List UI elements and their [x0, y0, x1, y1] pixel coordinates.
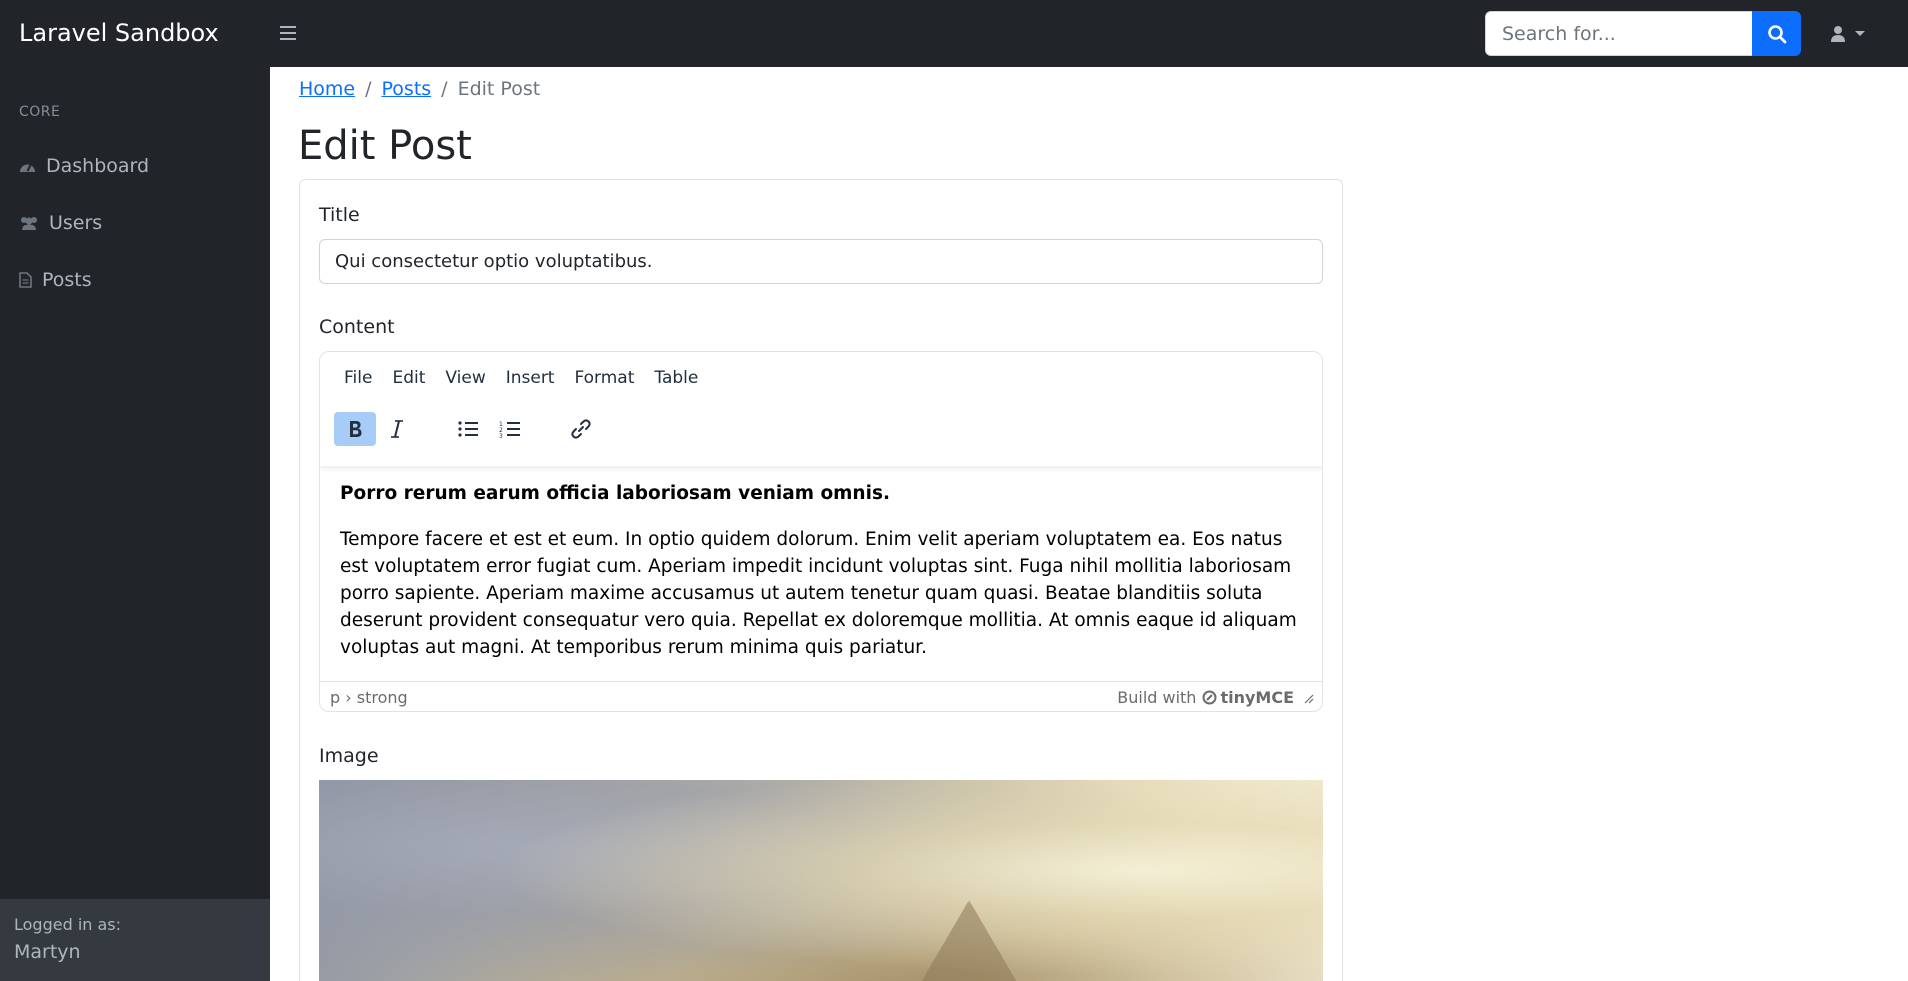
tinymce-logo[interactable]: tinyMCE	[1202, 688, 1294, 707]
italic-button[interactable]	[376, 412, 418, 446]
bold-button[interactable]	[334, 412, 376, 446]
build-with-label: Build with	[1117, 688, 1197, 707]
post-image	[319, 780, 1323, 981]
sidebar-item-dashboard[interactable]: Dashboard	[19, 151, 149, 181]
svg-text:3: 3	[499, 433, 503, 439]
top-navbar: Laravel Sandbox	[0, 0, 1908, 67]
link-button[interactable]	[560, 412, 602, 446]
menu-file[interactable]: File	[334, 362, 382, 392]
sidebar-heading: CORE	[19, 104, 61, 120]
sidebar-item-label: Posts	[42, 269, 92, 291]
bars-icon	[280, 26, 296, 28]
title-input[interactable]	[319, 239, 1323, 284]
breadcrumb-current: Edit Post	[457, 78, 541, 100]
menu-table[interactable]: Table	[644, 362, 708, 392]
page-title: Edit Post	[298, 123, 472, 169]
editor-content[interactable]: Porro rerum earum officia laboriosam ven…	[340, 480, 1310, 661]
editor-bold-line: Porro rerum earum officia laboriosam ven…	[340, 483, 890, 504]
edit-post-form: Title Content File Edit View Insert Form…	[299, 179, 1343, 981]
logged-in-label: Logged in as:	[14, 915, 122, 934]
file-icon	[19, 272, 32, 288]
sidebar: CORE Dashboard Users Posts Logged in as:…	[0, 67, 270, 981]
breadcrumb-separator: /	[365, 78, 372, 100]
user-icon	[1831, 26, 1845, 42]
sidebar-item-posts[interactable]: Posts	[19, 265, 92, 295]
editor-statusbar: p › strong Build with tinyMCE	[320, 681, 1322, 711]
users-icon	[21, 217, 37, 230]
sidebar-toggle-button[interactable]	[276, 22, 300, 46]
menu-format[interactable]: Format	[564, 362, 644, 392]
sidebar-footer: Logged in as: Martyn	[0, 899, 270, 981]
bullet-list-button[interactable]	[447, 412, 489, 446]
sidebar-item-label: Users	[49, 212, 103, 234]
tachometer-icon	[20, 164, 35, 172]
numbered-list-button[interactable]: 1 2 3	[489, 412, 531, 446]
mountain-peak-shape	[899, 900, 1039, 981]
tinymce-brand: tinyMCE	[1220, 688, 1294, 707]
toolbar-divider	[320, 460, 1322, 466]
menu-edit[interactable]: Edit	[382, 362, 435, 392]
search-icon	[1767, 24, 1786, 43]
tinymce-icon	[1202, 690, 1217, 705]
user-dropdown[interactable]	[1830, 22, 1872, 46]
bold-icon	[350, 421, 362, 437]
link-icon	[571, 419, 591, 439]
editor-paragraph: Tempore facere et est et eum. In optio q…	[340, 529, 1297, 658]
bullet-list-icon	[458, 421, 478, 437]
caret-down-icon	[1855, 31, 1865, 36]
rich-text-editor: File Edit View Insert Format Table 1 2 3…	[319, 351, 1323, 712]
sidebar-item-users[interactable]: Users	[19, 208, 102, 238]
menu-insert[interactable]: Insert	[496, 362, 565, 392]
search-input[interactable]	[1485, 11, 1753, 56]
title-label: Title	[319, 204, 360, 226]
element-path[interactable]: p › strong	[330, 688, 408, 707]
logged-in-user: Martyn	[14, 941, 81, 963]
breadcrumb: Home / Posts / Edit Post	[299, 78, 540, 100]
breadcrumb-home-link[interactable]: Home	[299, 78, 355, 100]
menu-view[interactable]: View	[435, 362, 495, 392]
search-button[interactable]	[1752, 11, 1801, 56]
italic-icon	[391, 420, 403, 438]
image-label: Image	[319, 745, 379, 767]
breadcrumb-separator: /	[441, 78, 448, 100]
numbered-list-icon: 1 2 3	[499, 421, 520, 439]
content-label: Content	[319, 316, 395, 338]
resize-handle-icon[interactable]	[1302, 692, 1314, 704]
brand-title[interactable]: Laravel Sandbox	[19, 18, 219, 48]
sidebar-item-label: Dashboard	[46, 155, 150, 177]
editor-menubar: File Edit View Insert Format Table	[334, 362, 708, 392]
breadcrumb-posts-link[interactable]: Posts	[382, 78, 432, 100]
